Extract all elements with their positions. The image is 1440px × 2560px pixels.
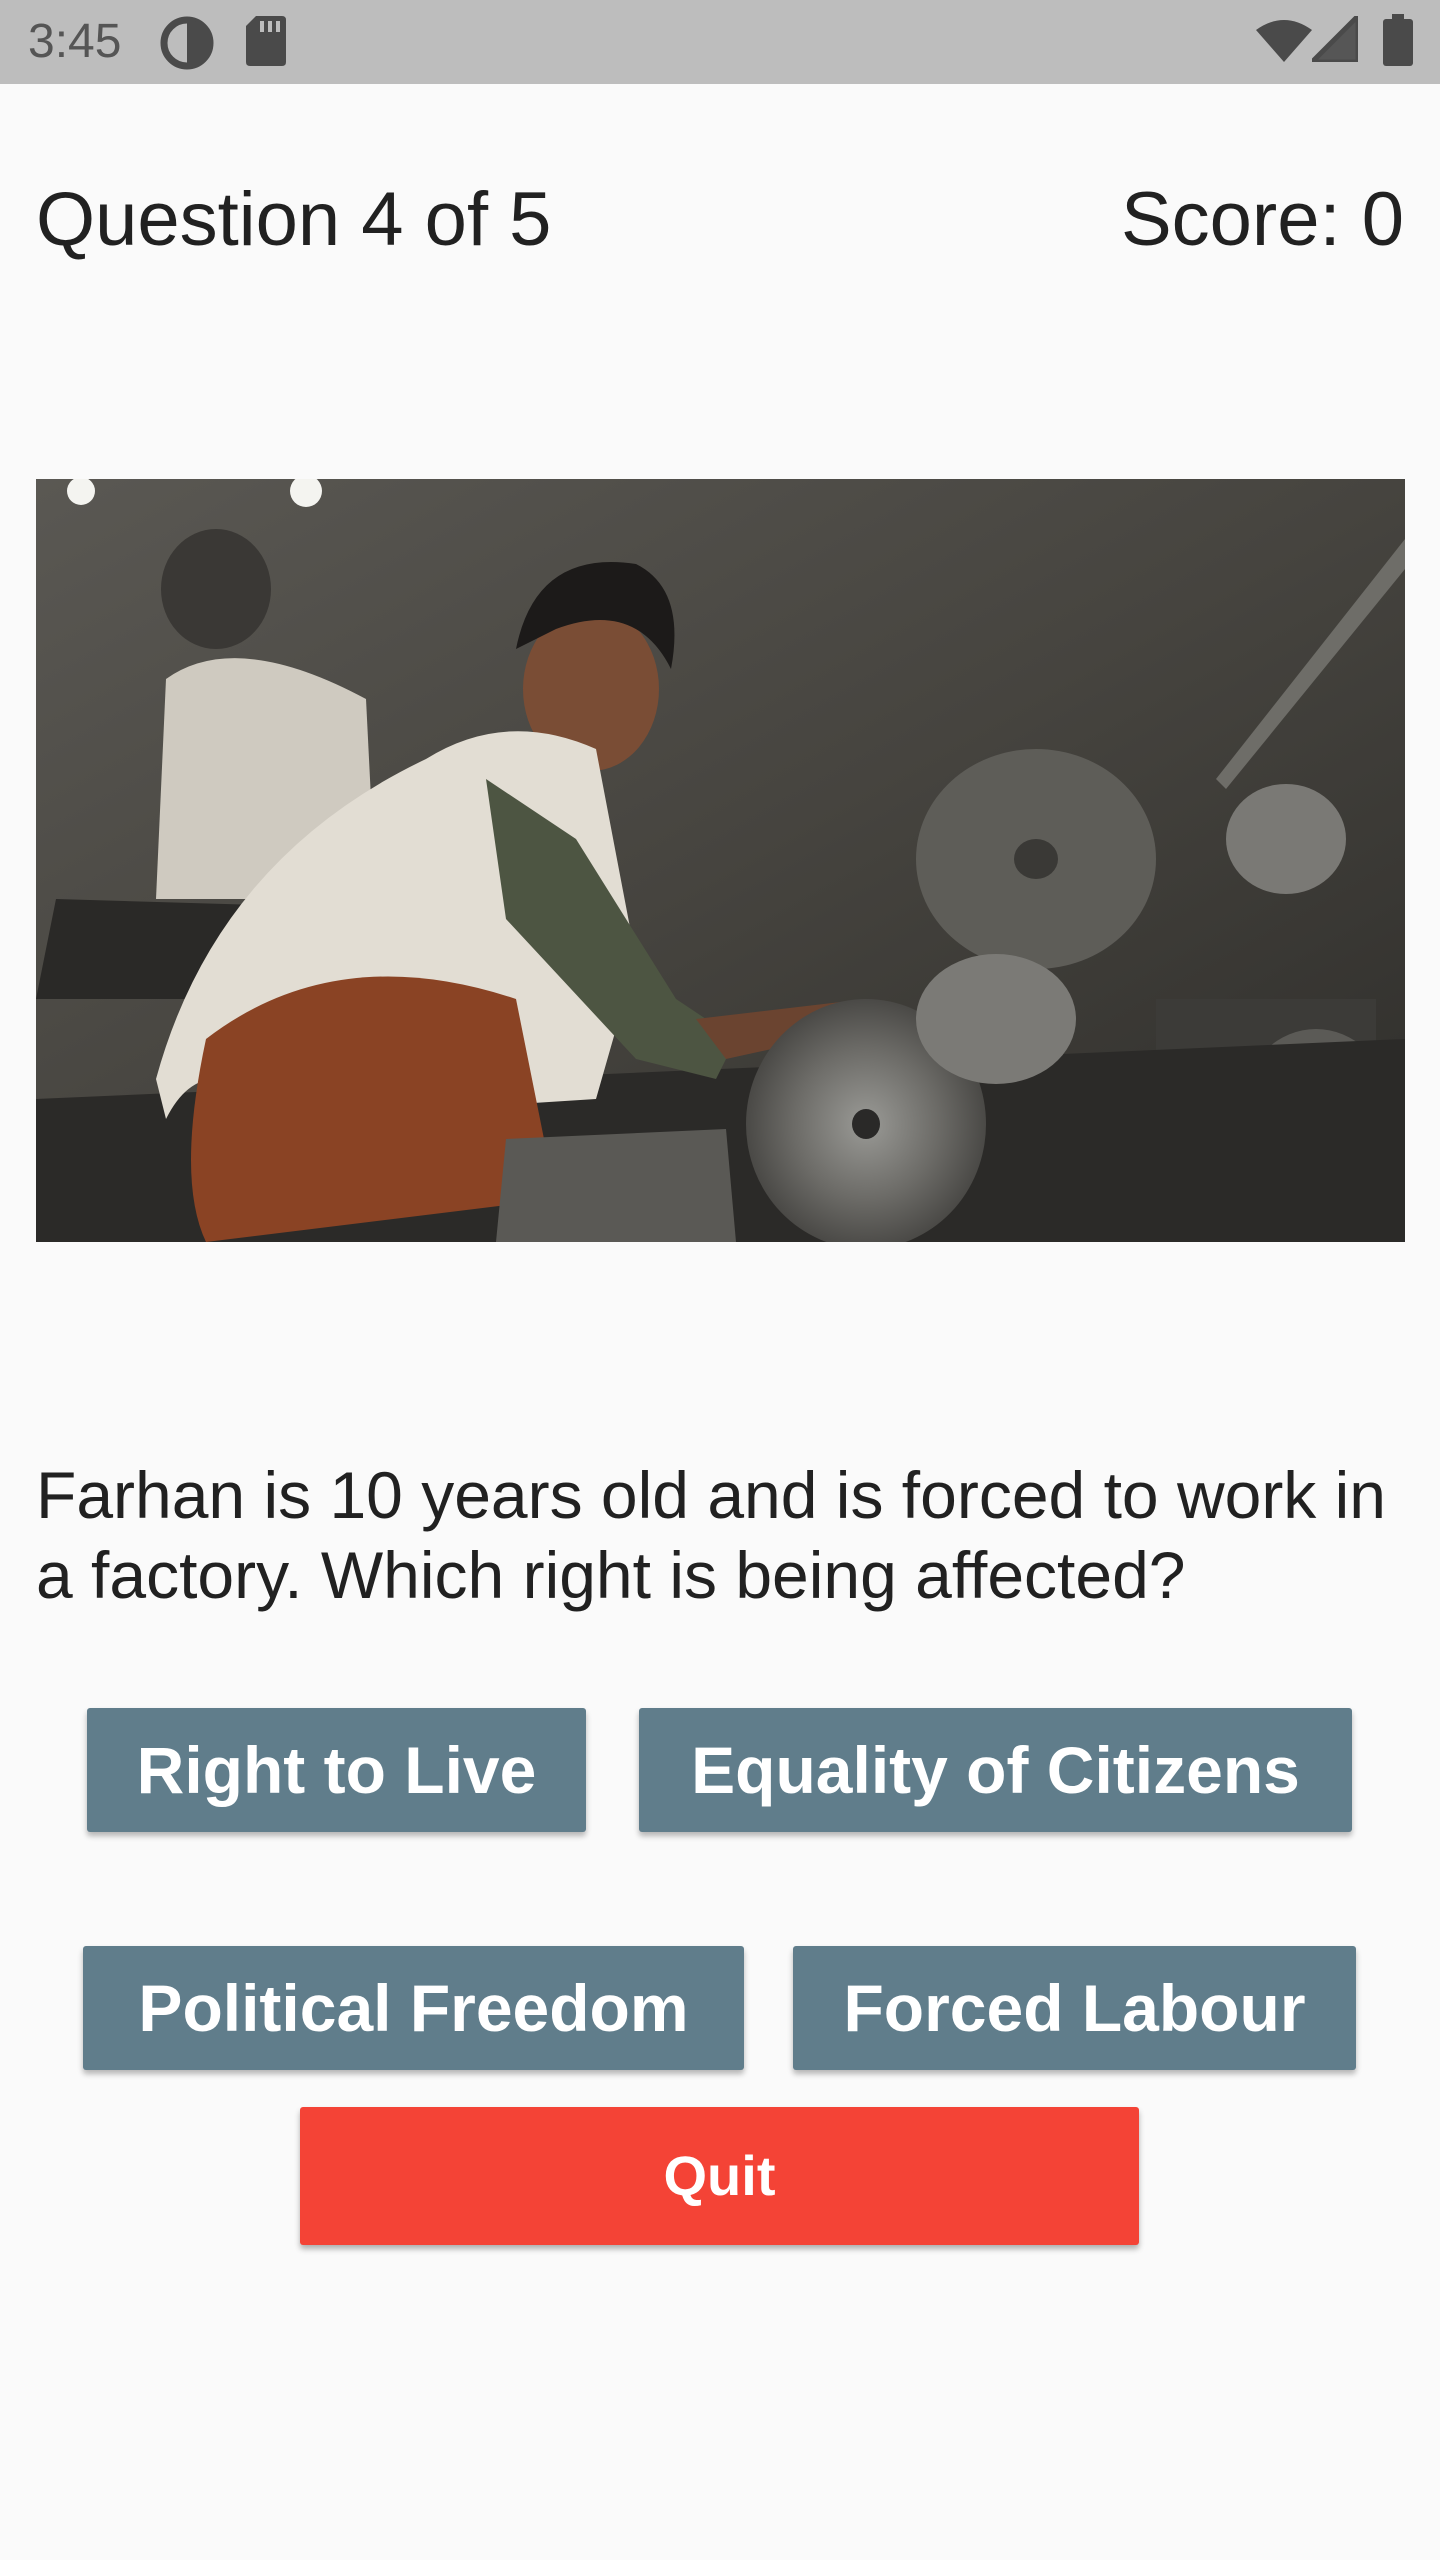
data-saver-icon bbox=[160, 16, 214, 75]
score-label: Score: 0 bbox=[1120, 177, 1404, 262]
wifi-icon bbox=[1256, 18, 1312, 67]
status-bar: 3:45 bbox=[0, 0, 1440, 84]
answer-button-forced-labour[interactable]: Forced Labour bbox=[793, 1946, 1356, 2070]
question-text: Farhan is 10 years old and is forced to … bbox=[36, 1458, 1387, 1612]
sd-card-icon bbox=[246, 16, 286, 71]
question-counter: Question 4 of 5 bbox=[36, 177, 552, 262]
question-image bbox=[36, 479, 1405, 1242]
answer-button-political-freedom[interactable]: Political Freedom bbox=[83, 1946, 744, 2070]
cellular-signal-icon bbox=[1309, 13, 1361, 67]
quit-button[interactable]: Quit bbox=[300, 2107, 1139, 2245]
answer-button-equality-of-citizens[interactable]: Equality of Citizens bbox=[639, 1708, 1352, 1832]
quiz-header: Question 4 of 5 Score: 0 bbox=[36, 170, 1404, 270]
battery-icon bbox=[1383, 14, 1413, 71]
answer-button-right-to-live[interactable]: Right to Live bbox=[87, 1708, 586, 1832]
status-time: 3:45 bbox=[28, 15, 122, 68]
